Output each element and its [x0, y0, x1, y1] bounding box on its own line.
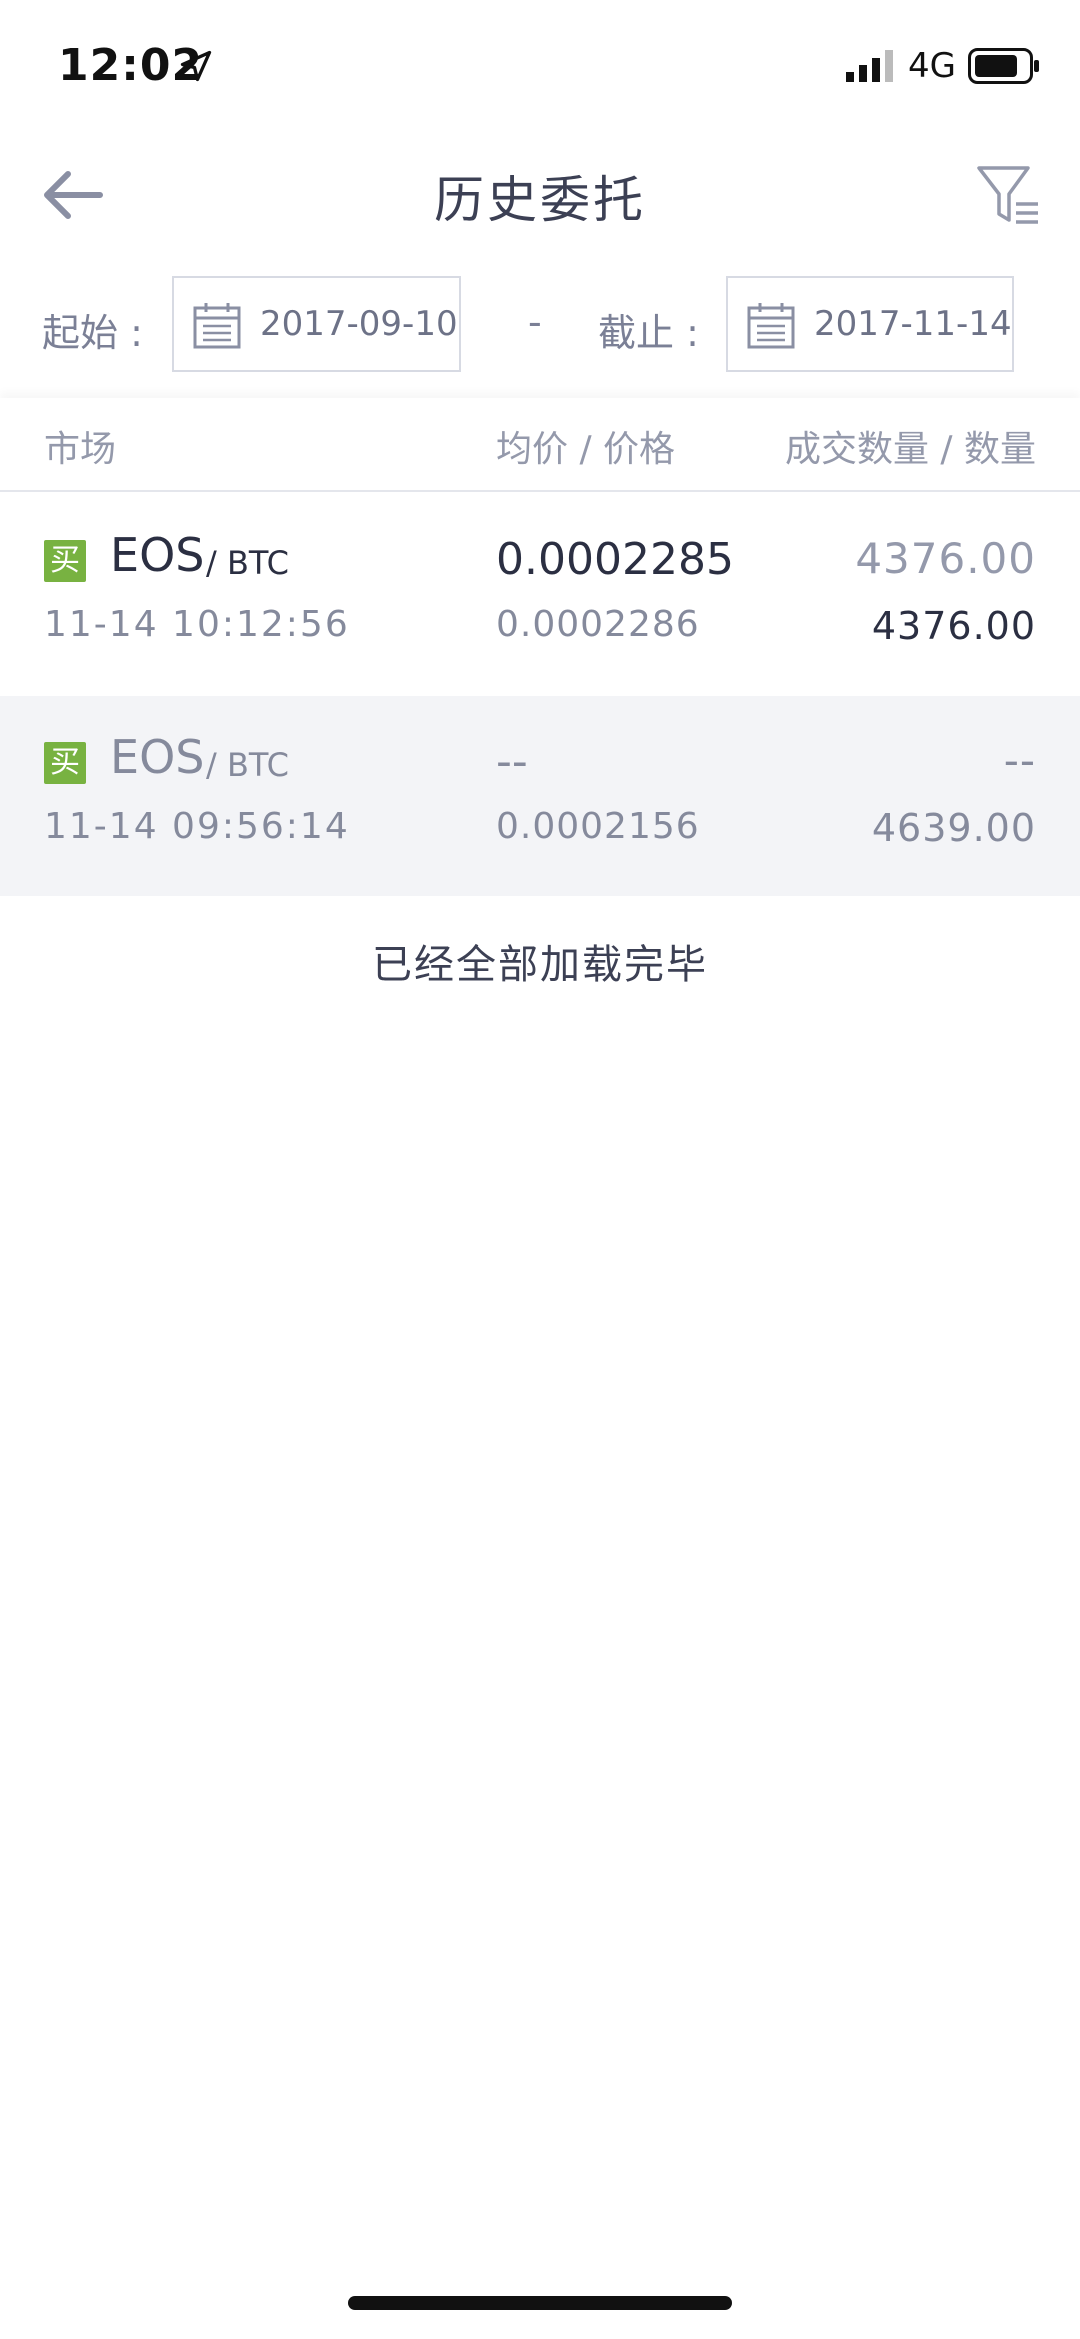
- market-quote: / BTC: [206, 544, 289, 582]
- network-type: 4G: [908, 46, 956, 86]
- filter-icon[interactable]: [976, 160, 1040, 230]
- end-date-value: 2017-11-14: [814, 304, 1012, 344]
- header-price: 均价 / 价格: [496, 429, 676, 470]
- date-separator: -: [528, 300, 542, 344]
- load-complete-text: 已经全部加载完毕: [372, 942, 708, 988]
- status-bar: 12:02 4G: [0, 0, 1080, 130]
- order-time: 11-14 09:56:14: [44, 806, 350, 847]
- order-price: 0.0002286: [496, 604, 700, 645]
- table-row[interactable]: 买 EOS / BTC 11-14 10:12:56 0.0002285 0.0…: [0, 494, 1080, 694]
- filled-quantity: 4376.00: [855, 534, 1036, 583]
- signal-icon: [846, 50, 893, 82]
- home-indicator[interactable]: [348, 2296, 732, 2310]
- market-quote: / BTC: [206, 746, 289, 784]
- header-quantity: 成交数量 / 数量: [784, 429, 1036, 470]
- order-quantity: 4639.00: [871, 806, 1036, 850]
- market-base: EOS: [110, 528, 205, 582]
- order-price: 0.0002156: [496, 806, 700, 847]
- location-arrow-icon: [180, 50, 212, 82]
- filled-quantity: --: [1003, 736, 1036, 785]
- avg-price: --: [496, 736, 528, 787]
- buy-badge: 买: [44, 540, 86, 582]
- end-date-label: 截止 :: [598, 311, 699, 355]
- order-time: 11-14 10:12:56: [44, 604, 350, 645]
- date-filter: 起始 : 2017-09-10 - 截止 : 2017-11-14: [0, 260, 1080, 390]
- start-date-label: 起始 :: [42, 311, 143, 355]
- order-quantity: 4376.00: [871, 604, 1036, 648]
- calendar-icon: [747, 303, 795, 349]
- page-title: 历史委托: [434, 171, 646, 229]
- nav-bar: 历史委托: [0, 130, 1080, 260]
- start-date-value: 2017-09-10: [260, 304, 458, 344]
- end-date-picker[interactable]: 2017-11-14: [726, 276, 1014, 372]
- start-date-picker[interactable]: 2017-09-10: [172, 276, 461, 372]
- calendar-icon: [193, 303, 241, 349]
- buy-badge: 买: [44, 742, 86, 784]
- table-header: 市场 均价 / 价格 成交数量 / 数量: [0, 398, 1080, 492]
- market-base: EOS: [110, 730, 205, 784]
- battery-icon: [968, 48, 1039, 84]
- header-market: 市场: [44, 429, 117, 470]
- table-row[interactable]: 买 EOS / BTC 11-14 09:56:14 -- 0.0002156 …: [0, 696, 1080, 896]
- avg-price: 0.0002285: [496, 534, 734, 585]
